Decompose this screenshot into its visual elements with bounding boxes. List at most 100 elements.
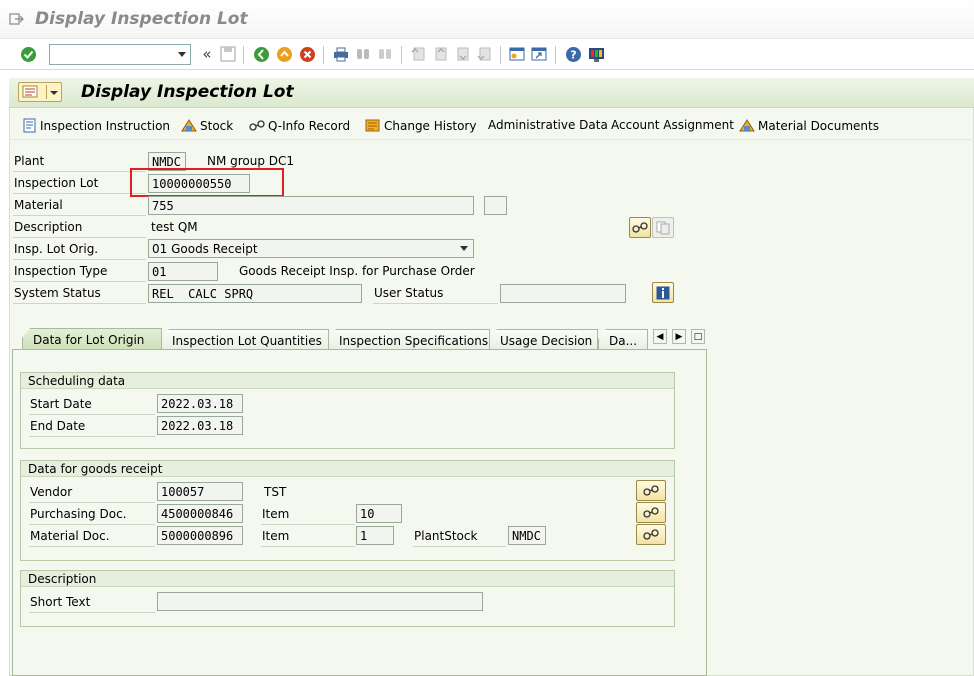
account-assignment-button[interactable]: Account Assignment — [611, 118, 734, 132]
glasses-icon — [632, 222, 648, 233]
svg-text:?: ? — [570, 48, 576, 61]
plantstock-label: PlantStock — [414, 529, 478, 543]
inspection-type-label: Inspection Type — [14, 264, 108, 278]
save-icon[interactable] — [219, 45, 237, 63]
system-toolbar: « ? — [0, 38, 974, 70]
insp-lot-orig-value: 01 Goods Receipt — [152, 242, 258, 256]
last-page-icon[interactable] — [475, 45, 493, 63]
system-status-field[interactable]: REL CALC SPRQ — [148, 284, 362, 303]
command-field[interactable] — [49, 44, 191, 65]
plant-label: Plant — [14, 154, 45, 168]
glasses-icon — [643, 485, 659, 496]
insp-lot-orig-select[interactable]: 01 Goods Receipt — [148, 239, 474, 258]
tab-data-for-lot-origin[interactable]: Data for Lot Origin — [22, 328, 162, 351]
change-history-button[interactable]: Change History — [365, 118, 476, 133]
plant-description: NM group DC1 — [207, 154, 295, 168]
exit-up-icon[interactable] — [275, 45, 293, 63]
material-label: Material — [14, 198, 63, 212]
status-info-button[interactable] — [652, 282, 674, 303]
description-label: Description — [14, 220, 83, 234]
scheduling-group: Scheduling data Start Date 2022.03.18 En… — [20, 372, 675, 449]
tab-scroll-left-icon[interactable]: ◀ — [653, 329, 667, 344]
history-icon — [365, 119, 380, 132]
new-session-icon[interactable] — [508, 45, 526, 63]
stock-button[interactable]: Stock — [181, 118, 233, 133]
previous-page-icon[interactable] — [431, 45, 449, 63]
goods-receipt-group: Data for goods receipt Vendor 100057 TST… — [20, 460, 675, 561]
vendor-label: Vendor — [30, 485, 73, 499]
plantstock-field[interactable]: NMDC — [508, 526, 546, 545]
start-date-field[interactable]: 2022.03.18 — [157, 394, 243, 413]
copy-icon — [656, 221, 670, 234]
administrative-data-button[interactable]: Administrative Data — [488, 118, 608, 132]
material-extra-field[interactable] — [484, 196, 507, 215]
tab-list-icon[interactable]: □ — [691, 329, 705, 344]
chevron-down-icon[interactable] — [178, 52, 186, 57]
item-label: Item — [262, 507, 290, 521]
description-value: test QM — [151, 220, 198, 234]
next-page-icon[interactable] — [453, 45, 471, 63]
tab-inspection-specifications[interactable]: Inspection Specifications — [328, 329, 490, 350]
back-icon[interactable] — [252, 45, 270, 63]
cancel-icon[interactable] — [298, 45, 316, 63]
end-date-label: End Date — [30, 419, 86, 433]
material-item-field[interactable]: 1 — [356, 526, 394, 545]
document-icon — [23, 118, 36, 133]
tab-content: Scheduling data Start Date 2022.03.18 En… — [12, 349, 707, 676]
stock-icon — [181, 119, 197, 132]
highlight-box — [130, 168, 284, 197]
material-field[interactable]: 755 — [148, 196, 474, 215]
end-date-field[interactable]: 2022.03.18 — [157, 416, 243, 435]
display-details-button[interactable] — [629, 217, 651, 238]
help-icon[interactable]: ? — [564, 45, 582, 63]
button-label: Material Documents — [758, 118, 879, 133]
purchasing-doc-label: Purchasing Doc. — [30, 507, 127, 521]
purchasing-doc-field[interactable]: 4500000846 — [157, 504, 243, 523]
purchasing-item-field[interactable]: 10 — [356, 504, 402, 523]
short-text-field[interactable] — [157, 592, 483, 611]
find-icon[interactable] — [354, 45, 372, 63]
inspection-instruction-button[interactable]: Inspection Instruction — [22, 118, 170, 133]
user-status-field[interactable] — [500, 284, 626, 303]
collapse-icon[interactable]: « — [198, 45, 216, 63]
tab-scroll-right-icon[interactable]: ▶ — [672, 329, 686, 344]
info-icon — [656, 286, 670, 299]
page-title: Display Inspection Lot — [81, 82, 294, 102]
stock-icon — [739, 119, 755, 132]
user-status-label: User Status — [374, 286, 444, 300]
menu-icon[interactable] — [18, 82, 62, 102]
exit-icon[interactable] — [9, 12, 24, 26]
inspection-type-field[interactable]: 01 — [148, 262, 218, 281]
vendor-field[interactable]: 100057 — [157, 482, 243, 501]
customize-layout-icon[interactable] — [587, 45, 605, 63]
tab-more[interactable]: Da... — [598, 329, 648, 350]
find-next-icon[interactable] — [376, 45, 394, 63]
inspection-lot-label: Inspection Lot — [14, 176, 99, 190]
material-documents-button[interactable]: Material Documents — [739, 118, 879, 133]
description-group: Description Short Text — [20, 570, 675, 627]
first-page-icon[interactable] — [409, 45, 427, 63]
chevron-down-icon[interactable] — [460, 246, 468, 251]
system-status-label: System Status — [14, 286, 101, 300]
enter-icon[interactable] — [19, 45, 37, 63]
short-text-label: Short Text — [30, 595, 91, 609]
button-label: Inspection Instruction — [40, 118, 171, 133]
tab-usage-decision[interactable]: Usage Decision — [489, 329, 598, 350]
shortcut-icon[interactable] — [530, 45, 548, 63]
button-label: Stock — [200, 118, 234, 133]
start-date-label: Start Date — [30, 397, 92, 411]
material-doc-field[interactable]: 5000000896 — [157, 526, 243, 545]
copy-text-button[interactable] — [652, 217, 674, 238]
tab-strip: Data for Lot Origin Inspection Lot Quant… — [12, 326, 706, 351]
button-label: Account Assignment — [611, 118, 734, 132]
inspection-type-description: Goods Receipt Insp. for Purchase Order — [239, 264, 475, 278]
glasses-icon — [643, 507, 659, 518]
q-info-record-button[interactable]: Q-Info Record — [249, 118, 350, 133]
material-doc-display-button[interactable] — [636, 524, 666, 545]
print-icon[interactable] — [332, 45, 350, 63]
tab-inspection-lot-quantities[interactable]: Inspection Lot Quantities — [161, 329, 329, 350]
insp-lot-orig-label: Insp. Lot Orig. — [14, 242, 99, 256]
purchasing-doc-display-button[interactable] — [636, 502, 666, 523]
vendor-display-button[interactable] — [636, 480, 666, 501]
window-titlebar: Display Inspection Lot — [0, 0, 974, 38]
